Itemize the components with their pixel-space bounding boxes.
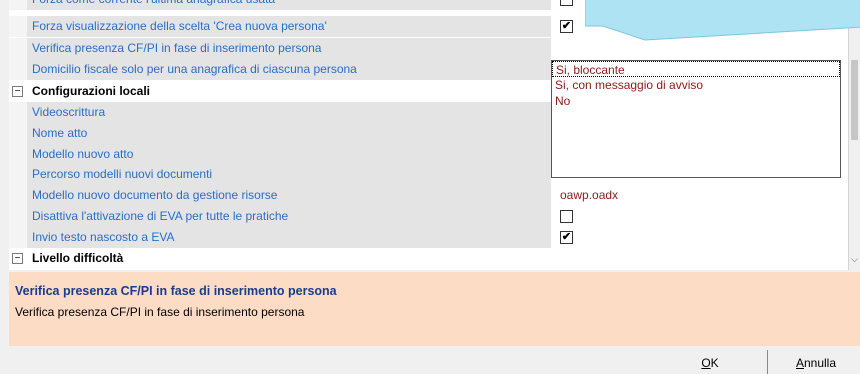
property-name: Percorso modelli nuovi documenti xyxy=(27,164,552,185)
checkbox[interactable] xyxy=(560,210,573,223)
property-name: Modello nuovo atto xyxy=(27,144,552,165)
property-name: Disattiva l'attivazione di EVA per tutte… xyxy=(27,206,552,227)
property-row[interactable]: Disattiva l'attivazione di EVA per tutte… xyxy=(9,206,848,227)
help-description: Verifica presenza CF/PI in fase di inser… xyxy=(15,305,305,319)
category-label: Configurazioni locali xyxy=(27,81,552,102)
property-value[interactable]: oawp.oadx xyxy=(552,185,848,206)
property-name: Modello nuovo documento da gestione riso… xyxy=(27,185,552,206)
property-row[interactable]: Invio testo nascosto a EVA ✔ xyxy=(9,227,848,248)
checkbox-checked[interactable]: ✔ xyxy=(560,20,573,33)
property-name: Invio testo nascosto a EVA xyxy=(27,227,552,248)
property-name: Nome atto xyxy=(27,123,552,144)
dropdown-option[interactable]: No xyxy=(552,93,840,109)
property-value[interactable] xyxy=(552,206,848,227)
category-label: Livello difficoltà xyxy=(27,248,552,269)
property-name: Verifica presenza CF/PI in fase di inser… xyxy=(27,38,552,59)
scrollbar-thumb[interactable] xyxy=(851,60,858,140)
property-name: Forza come corrente l'ultima anagrafica … xyxy=(27,0,552,10)
dropdown-option[interactable]: Si, bloccante xyxy=(552,61,840,77)
property-name: Domicilio fiscale solo per una anagrafic… xyxy=(27,59,552,80)
tooltip-balloon xyxy=(585,0,860,41)
settings-window: Forza come corrente l'ultima anagrafica … xyxy=(0,0,860,374)
property-name: Forza visualizzazione della scelta 'Crea… xyxy=(27,16,552,37)
category-livello-difficolta[interactable]: − Livello difficoltà xyxy=(9,248,848,269)
cancel-button[interactable]: Annulla xyxy=(776,352,856,374)
checkbox[interactable] xyxy=(560,0,573,6)
collapse-icon[interactable]: − xyxy=(12,86,23,97)
property-name: Videoscrittura xyxy=(27,102,552,123)
dropdown-list[interactable]: Si, bloccante Si, con messaggio di avvis… xyxy=(551,60,841,178)
help-title: Verifica presenza CF/PI in fase di inser… xyxy=(15,284,337,298)
dropdown-option[interactable]: Si, con messaggio di avviso xyxy=(552,77,840,93)
ok-button[interactable]: OK xyxy=(672,352,748,374)
checkbox-checked[interactable]: ✔ xyxy=(560,231,573,244)
help-panel: Verifica presenza CF/PI in fase di inser… xyxy=(9,272,860,346)
property-value[interactable]: ✔ xyxy=(552,227,848,248)
button-separator xyxy=(767,350,768,374)
chevron-down-icon[interactable]: ⌵ xyxy=(849,252,860,266)
collapse-icon[interactable]: − xyxy=(12,253,23,264)
window-left-border xyxy=(0,0,9,374)
property-row[interactable]: Modello nuovo documento da gestione riso… xyxy=(9,185,848,206)
